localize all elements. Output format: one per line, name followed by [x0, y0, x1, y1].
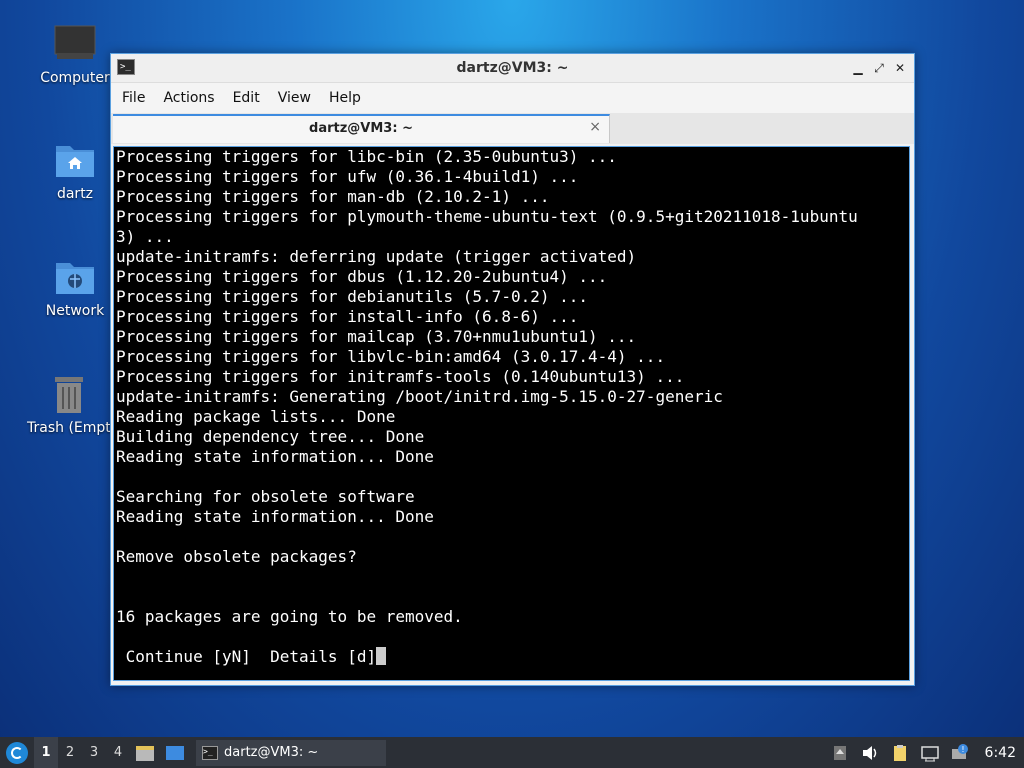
terminal-line: Processing triggers for libc-bin (2.35-0…: [116, 147, 617, 166]
desktop-icon-network[interactable]: Network: [35, 257, 115, 319]
terminal-line: Processing triggers for install-info (6.…: [116, 307, 579, 326]
terminal-cursor: [376, 647, 387, 665]
menu-actions[interactable]: Actions: [154, 90, 223, 106]
terminal-line: Processing triggers for ufw (0.36.1-4bui…: [116, 167, 579, 186]
terminal-window: >_ dartz@VM3: ~ ▁ ⤢ ✕ File Actions Edit …: [110, 53, 915, 686]
terminal-line: Processing triggers for man-db (2.10.2-1…: [116, 187, 550, 206]
terminal-line: Processing triggers for debianutils (5.7…: [116, 287, 589, 306]
clock[interactable]: 6:42: [985, 745, 1016, 761]
terminal-task-icon: >_: [202, 745, 218, 760]
terminal-line: 16 packages are going to be removed.: [116, 607, 463, 626]
volume-icon[interactable]: [861, 744, 879, 762]
taskbar-item-terminal[interactable]: >_ dartz@VM3: ~: [196, 739, 386, 766]
terminal-line: update-initramfs: deferring update (trig…: [116, 247, 637, 266]
terminal-line: Processing triggers for plymouth-theme-u…: [116, 207, 858, 226]
svg-text:!: !: [961, 745, 964, 754]
desktop-icon-computer[interactable]: Computer: [35, 24, 115, 86]
trash-icon: [47, 374, 91, 414]
menu-help[interactable]: Help: [320, 90, 370, 106]
close-icon[interactable]: ✕: [892, 60, 908, 76]
network-folder-icon: [53, 257, 97, 297]
terminal-line: Remove obsolete packages?: [116, 547, 357, 566]
terminal-output[interactable]: Processing triggers for libc-bin (2.35-0…: [113, 146, 910, 681]
desktop-icon-home[interactable]: dartz: [35, 140, 115, 202]
computer-icon: [53, 24, 97, 64]
taskbar: 1 2 3 4 >_ dartz@VM3: ~ ! 6:42: [0, 737, 1024, 768]
start-menu-icon[interactable]: [6, 741, 28, 764]
window-titlebar[interactable]: >_ dartz@VM3: ~ ▁ ⤢ ✕: [111, 54, 914, 83]
terminal-line: 3) ...: [116, 227, 174, 246]
show-desktop-icon[interactable]: [165, 744, 185, 762]
terminal-line: Reading state information... Done: [116, 507, 434, 526]
home-folder-icon: [53, 140, 97, 180]
workspace-2[interactable]: 2: [58, 737, 82, 768]
desktop-icon-label: Trash (Empt: [27, 420, 111, 436]
desktop-icon-label: Computer: [40, 70, 110, 86]
workspace-4[interactable]: 4: [106, 737, 130, 768]
terminal-prompt-line: Continue [yN] Details [d]: [116, 647, 909, 667]
system-tray: ! 6:42: [825, 737, 1024, 768]
window-title: dartz@VM3: ~: [456, 60, 569, 76]
taskbar-item-label: dartz@VM3: ~: [224, 745, 319, 760]
terminal-prompt: Continue [yN] Details [d]: [116, 647, 377, 666]
terminal-line: Building dependency tree... Done: [116, 427, 425, 446]
network-status-icon[interactable]: [920, 744, 939, 762]
tab-terminal[interactable]: dartz@VM3: ~ ×: [113, 114, 610, 143]
clipboard-icon[interactable]: [891, 744, 909, 762]
menubar: File Actions Edit View Help: [111, 83, 914, 113]
menu-view[interactable]: View: [269, 90, 320, 106]
menu-file[interactable]: File: [113, 90, 154, 106]
desktop-icon-label: dartz: [56, 186, 94, 202]
terminal-line: Reading package lists... Done: [116, 407, 396, 426]
terminal-line: Searching for obsolete software: [116, 487, 415, 506]
terminal-line: Reading state information... Done: [116, 447, 434, 466]
tab-bar: dartz@VM3: ~ ×: [111, 113, 914, 144]
desktop-icon-trash[interactable]: Trash (Empt: [27, 374, 111, 436]
menu-edit[interactable]: Edit: [224, 90, 269, 106]
desktop-icon-label: Network: [45, 303, 105, 319]
minimize-icon[interactable]: ▁: [850, 60, 866, 76]
terminal-line: update-initramfs: Generating /boot/initr…: [116, 387, 723, 406]
maximize-icon[interactable]: ⤢: [871, 60, 887, 76]
file-manager-icon[interactable]: [135, 744, 155, 762]
workspace-3[interactable]: 3: [82, 737, 106, 768]
terminal-line: Processing triggers for mailcap (3.70+nm…: [116, 327, 637, 346]
tab-title: dartz@VM3: ~: [309, 121, 413, 136]
terminal-line: Processing triggers for libvlc-bin:amd64…: [116, 347, 666, 366]
upload-icon[interactable]: [831, 744, 849, 762]
workspace-1[interactable]: 1: [34, 737, 58, 768]
tab-close-icon[interactable]: ×: [589, 119, 601, 135]
notification-icon[interactable]: !: [951, 743, 969, 762]
terminal-line: Processing triggers for initramfs-tools …: [116, 367, 685, 386]
terminal-line: Processing triggers for dbus (1.12.20-2u…: [116, 267, 608, 286]
